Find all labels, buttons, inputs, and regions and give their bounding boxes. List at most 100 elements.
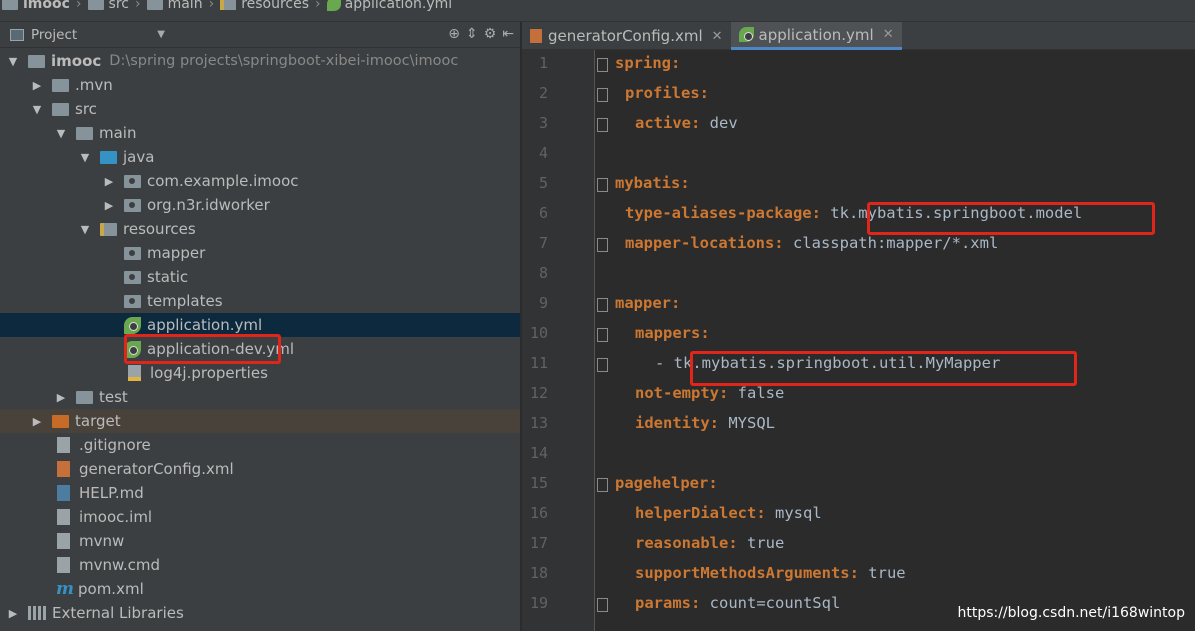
gear-icon[interactable]: ⚙	[484, 26, 497, 42]
project-panel-header: Project ▼ ⊕ ⇕ ⚙ ⇤	[0, 22, 520, 48]
spring-leaf-icon	[124, 316, 141, 334]
line-number: 4	[538, 144, 548, 162]
tree-item-main[interactable]: ▼ main	[0, 121, 520, 145]
breadcrumb-item-application-yml[interactable]: application.yml	[326, 0, 452, 11]
collapse-arrow-icon[interactable]: ▶	[54, 391, 68, 404]
code-editor[interactable]: 1 spring: 2 profiles: 3 active: dev 4 5 mybatis:…	[522, 50, 1195, 631]
xml-file-icon	[57, 461, 70, 477]
expand-arrow-icon[interactable]: ▼	[78, 151, 92, 164]
project-panel: Project ▼ ⊕ ⇕ ⚙ ⇤ ▼ imooc D:\spring projec…	[0, 22, 521, 631]
collapse-arrow-icon[interactable]: ▶	[102, 175, 116, 188]
chevron-down-icon[interactable]: ▼	[157, 29, 165, 40]
breadcrumb-item-src[interactable]: src	[87, 0, 129, 11]
tree-item-resources[interactable]: ▼ resources	[0, 217, 520, 241]
tree-item-log4j-properties[interactable]: log4j.properties	[0, 361, 520, 385]
locate-icon[interactable]: ⊕	[448, 26, 460, 42]
expand-arrow-icon[interactable]: ▼	[78, 223, 92, 236]
fold-close-icon[interactable]	[597, 358, 608, 372]
yaml-value: MYSQL	[719, 414, 775, 432]
breadcrumb-item-imooc[interactable]: imooc	[2, 0, 70, 11]
yaml-key: pagehelper:	[615, 474, 718, 492]
folder-icon	[52, 102, 69, 116]
tree-item-mvnw-cmd[interactable]: mvnw.cmd	[0, 553, 520, 577]
tree-item-help-md[interactable]: HELP.md	[0, 481, 520, 505]
collapse-arrow-icon[interactable]: ▶	[6, 607, 20, 620]
fold-close-icon[interactable]	[597, 118, 608, 132]
fold-open-icon[interactable]	[597, 298, 608, 312]
folder-icon	[124, 294, 141, 308]
close-icon[interactable]: ✕	[712, 29, 723, 44]
expand-arrow-icon[interactable]: ▼	[6, 55, 20, 68]
tree-item-pom-xml[interactable]: m pom.xml	[0, 577, 520, 601]
tab-application-yml[interactable]: application.yml ✕	[730, 22, 902, 50]
code-line: mappers:	[635, 324, 710, 342]
tree-item-generatorconfig-xml[interactable]: generatorConfig.xml	[0, 457, 520, 481]
collapse-arrow-icon[interactable]: ▶	[102, 199, 116, 212]
tree-item-java[interactable]: ▼ java	[0, 145, 520, 169]
tree-item-application-dev-yml[interactable]: application-dev.yml	[0, 337, 520, 361]
watermark: https://blog.csdn.net/i168wintop	[957, 605, 1185, 621]
source-folder-icon	[100, 150, 117, 164]
chevron-right-icon: ›	[315, 0, 321, 12]
code-line: - tk.mybatis.springboot.util.MyMapper	[655, 354, 1000, 372]
tree-item-target[interactable]: ▶ target	[0, 409, 520, 433]
tree-item-mapper[interactable]: mapper	[0, 241, 520, 265]
collapse-all-icon[interactable]: ⇕	[466, 26, 478, 42]
line-number: 19	[529, 594, 548, 612]
hide-panel-icon[interactable]: ⇤	[502, 26, 514, 42]
expand-arrow-icon[interactable]: ▼	[30, 103, 44, 116]
breadcrumb-item-main[interactable]: main	[146, 0, 203, 11]
line-number: 12	[529, 384, 548, 402]
yaml-key: not-empty:	[635, 384, 729, 402]
tree-item-application-yml[interactable]: application.yml	[0, 313, 520, 337]
fold-close-icon[interactable]	[597, 238, 608, 252]
line-number: 3	[538, 114, 548, 132]
yaml-key: mapper-locations:	[625, 234, 784, 252]
fold-open-icon[interactable]	[597, 478, 608, 492]
tree-item-templates[interactable]: templates	[0, 289, 520, 313]
breadcrumb-item-resources[interactable]: resources	[220, 0, 309, 11]
project-panel-title[interactable]: Project	[31, 27, 77, 43]
tree-item-imooc-iml[interactable]: imooc.iml	[0, 505, 520, 529]
editor-tab-bar: generatorConfig.xml ✕ application.yml ✕	[522, 22, 1195, 50]
maven-icon: m	[56, 579, 74, 599]
folder-icon	[124, 246, 141, 260]
collapse-arrow-icon[interactable]: ▶	[30, 415, 44, 428]
tree-item-mvn[interactable]: ▶ .mvn	[0, 73, 520, 97]
line-number: 15	[529, 474, 548, 492]
fold-close-icon[interactable]	[597, 598, 608, 612]
fold-open-icon[interactable]	[597, 58, 608, 72]
code-line: identity: MYSQL	[635, 414, 775, 432]
chevron-right-icon: ›	[75, 0, 82, 12]
yaml-key: spring:	[615, 54, 681, 72]
folder-icon	[76, 126, 93, 140]
fold-open-icon[interactable]	[597, 88, 608, 102]
tab-generatorconfig-xml[interactable]: generatorConfig.xml ✕	[522, 22, 731, 50]
expand-arrow-icon[interactable]: ▼	[54, 127, 68, 140]
tree-item-mvnw[interactable]: mvnw	[0, 529, 520, 553]
tree-item-test[interactable]: ▶ test	[0, 385, 520, 409]
chevron-right-icon: ›	[134, 0, 141, 12]
tree-item-com-example-imooc[interactable]: ▶ com.example.imooc	[0, 169, 520, 193]
line-number: 14	[529, 444, 548, 462]
fold-open-icon[interactable]	[597, 178, 608, 192]
resources-folder-icon	[100, 222, 117, 236]
code-line: spring:	[615, 54, 680, 72]
tree-item-external-libraries[interactable]: ▶ External Libraries	[0, 601, 520, 625]
tree-item-imooc[interactable]: ▼ imooc D:\spring projects\springboot-xibe…	[0, 49, 520, 73]
collapse-arrow-icon[interactable]: ▶	[30, 79, 44, 92]
tree-item-org-n3r-idworker[interactable]: ▶ org.n3r.idworker	[0, 193, 520, 217]
spring-leaf-icon	[738, 27, 754, 42]
fold-open-icon[interactable]	[597, 328, 608, 342]
code-line: params: count=countSql	[635, 594, 840, 612]
yaml-key: identity:	[635, 414, 719, 432]
tree-item-static[interactable]: static	[0, 265, 520, 289]
tree-item-src[interactable]: ▼ src	[0, 97, 520, 121]
line-number: 16	[529, 504, 548, 522]
tree-item-gitignore[interactable]: .gitignore	[0, 433, 520, 457]
line-number: 8	[538, 264, 548, 282]
yaml-value: tk.mybatis.springboot.model	[820, 204, 1083, 222]
yaml-value: true	[737, 534, 785, 552]
close-icon[interactable]: ✕	[883, 27, 894, 42]
code-line: type-aliases-package: tk.mybatis.springb…	[625, 204, 1082, 222]
